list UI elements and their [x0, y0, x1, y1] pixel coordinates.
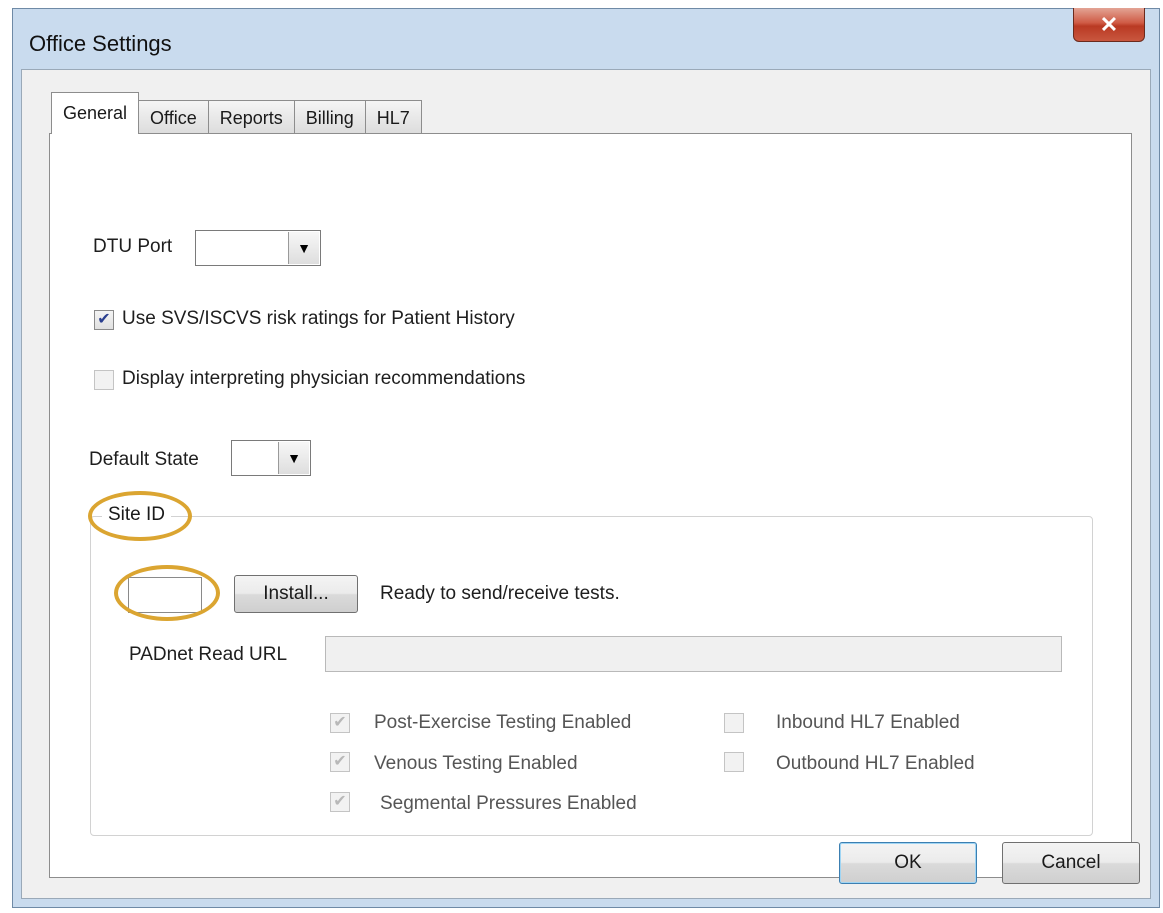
- segmental-pressures-label: Segmental Pressures Enabled: [380, 793, 637, 814]
- close-icon: ✕: [1099, 11, 1119, 37]
- display-interpreting-label: Display interpreting physician recommend…: [122, 368, 526, 389]
- title-bar[interactable]: Office Settings ✕: [13, 8, 1159, 69]
- inbound-hl7-checkbox[interactable]: [724, 713, 744, 733]
- venous-testing-label: Venous Testing Enabled: [374, 753, 578, 774]
- default-state-label: Default State: [89, 449, 199, 470]
- venous-testing-checkbox[interactable]: ✔: [330, 752, 350, 772]
- use-svs-checkbox[interactable]: ✔: [94, 310, 114, 330]
- site-status-text: Ready to send/receive tests.: [380, 583, 620, 604]
- site-id-input-highlight-ring: [114, 565, 220, 621]
- office-settings-dialog: Office Settings ✕ General Office Reports…: [12, 8, 1160, 908]
- close-button[interactable]: ✕: [1073, 8, 1145, 42]
- site-id-groupbox: [90, 516, 1093, 836]
- outbound-hl7-checkbox[interactable]: [724, 752, 744, 772]
- checkmark-icon: ✔: [333, 793, 347, 810]
- cancel-button[interactable]: Cancel: [1002, 842, 1140, 884]
- tab-strip: General Office Reports Billing HL7: [51, 92, 422, 134]
- install-button[interactable]: Install...: [234, 575, 358, 613]
- dialog-client-area: General Office Reports Billing HL7 DTU P…: [21, 69, 1151, 899]
- segmental-pressures-checkbox[interactable]: ✔: [330, 792, 350, 812]
- site-id-highlight-ring: [88, 491, 192, 541]
- display-interpreting-checkbox[interactable]: [94, 370, 114, 390]
- checkmark-icon: ✔: [333, 753, 347, 770]
- window-title: Office Settings: [29, 31, 172, 56]
- padnet-url-field[interactable]: [325, 636, 1062, 672]
- dtu-port-dropdown[interactable]: ▼: [195, 230, 321, 266]
- default-state-dropdown[interactable]: ▼: [231, 440, 311, 476]
- tab-reports[interactable]: Reports: [207, 100, 295, 134]
- chevron-down-icon[interactable]: ▼: [288, 232, 319, 264]
- inbound-hl7-label: Inbound HL7 Enabled: [776, 712, 960, 733]
- use-svs-label: Use SVS/ISCVS risk ratings for Patient H…: [122, 308, 515, 329]
- tab-billing[interactable]: Billing: [293, 100, 366, 134]
- checkmark-icon: ✔: [333, 714, 347, 731]
- tab-office[interactable]: Office: [138, 100, 209, 134]
- ok-button[interactable]: OK: [839, 842, 977, 884]
- general-tab-page: DTU Port ▼ ✔ Use SVS/ISCVS risk ratings …: [49, 133, 1132, 878]
- tab-general[interactable]: General: [51, 92, 140, 134]
- post-exercise-checkbox[interactable]: ✔: [330, 713, 350, 733]
- tab-hl7[interactable]: HL7: [364, 100, 422, 134]
- chevron-down-icon[interactable]: ▼: [278, 442, 309, 474]
- dtu-port-label: DTU Port: [93, 236, 173, 257]
- checkmark-icon: ✔: [97, 311, 111, 328]
- post-exercise-label: Post-Exercise Testing Enabled: [374, 712, 632, 733]
- outbound-hl7-label: Outbound HL7 Enabled: [776, 753, 975, 774]
- padnet-url-label: PADnet Read URL: [129, 644, 288, 665]
